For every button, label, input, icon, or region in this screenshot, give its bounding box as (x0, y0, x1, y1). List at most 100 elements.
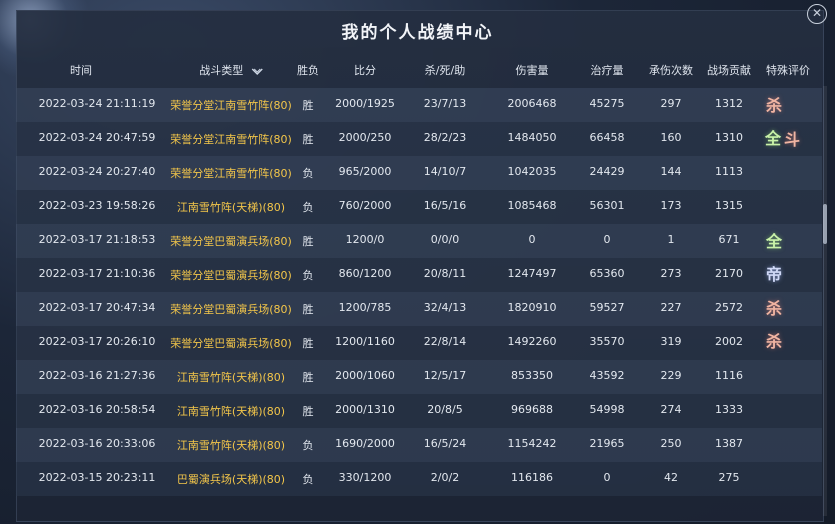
table-row[interactable]: 2022-03-17 20:26:10 荣誉分堂巴蜀演兵场(80) 胜 1200/11… (16, 326, 822, 360)
cell-type: 荣誉分堂巴蜀演兵场(80) (170, 303, 292, 316)
cell-contrib: 1113 (715, 165, 743, 178)
table-row[interactable]: 2022-03-16 21:27:36 江南雪竹阵(天梯)(80) 胜 2000/10… (16, 360, 822, 394)
table-header: 时间 战斗类型 胜负 比分 杀/死/助 伤害量 治疗量 承伤次数 战场贡献 特殊… (16, 56, 822, 84)
cell-contrib: 2572 (715, 301, 743, 314)
cell-heal: 45275 (589, 97, 625, 110)
cell-taken: 1 (667, 233, 675, 246)
cell-type: 江南雪竹阵(天梯)(80) (176, 439, 286, 452)
cell-taken: 229 (660, 369, 682, 382)
badge-kill-icon: 杀 (766, 332, 783, 351)
table-row[interactable]: 2022-03-24 20:47:59 荣誉分堂江南雪竹阵(80) 胜 2000/25… (16, 122, 822, 156)
cell-contrib: 1333 (715, 403, 743, 416)
col-time: 时间 (70, 64, 92, 77)
close-button[interactable]: ✕ (807, 4, 827, 24)
cell-type: 荣誉分堂巴蜀演兵场(80) (170, 269, 292, 282)
table-row[interactable]: 2022-03-23 19:58:26 江南雪竹阵(天梯)(80) 负 760/200… (16, 190, 822, 224)
col-taken: 承伤次数 (649, 64, 693, 77)
cell-time: 2022-03-24 21:11:19 (38, 97, 156, 110)
col-type[interactable]: 战斗类型 (199, 62, 263, 78)
cell-result: 负 (302, 473, 314, 486)
cell-kda: 16/5/16 (423, 199, 467, 212)
scrollbar-thumb[interactable] (823, 204, 827, 244)
cell-contrib: 1312 (715, 97, 743, 110)
cell-taken: 274 (660, 403, 682, 416)
table-row[interactable]: 2022-03-24 21:11:19 荣誉分堂江南雪竹阵(80) 胜 2000/19… (16, 88, 822, 122)
table-row[interactable]: 2022-03-17 21:10:36 荣誉分堂巴蜀演兵场(80) 负 860/120… (16, 258, 822, 292)
cell-type: 巴蜀演兵场(天梯)(80) (176, 473, 286, 486)
filter-chevron-icon (251, 68, 263, 75)
cell-time: 2022-03-16 20:33:06 (38, 437, 156, 450)
cell-taken: 250 (660, 437, 682, 450)
col-special: 特殊评价 (766, 64, 810, 77)
cell-score: 2000/1060 (335, 369, 395, 382)
cell-damage: 853350 (511, 369, 553, 382)
cell-result: 胜 (302, 371, 314, 384)
close-icon: ✕ (811, 6, 823, 20)
cell-score: 1200/1160 (335, 335, 395, 348)
badge-kill-icon: 杀 (766, 299, 783, 318)
cell-heal: 54998 (589, 403, 625, 416)
table-row[interactable]: 2022-03-16 20:33:06 江南雪竹阵(天梯)(80) 负 1690/20… (16, 428, 822, 462)
scrollbar-track[interactable] (823, 86, 827, 516)
cell-result: 胜 (302, 337, 314, 350)
cell-heal: 21965 (589, 437, 625, 450)
cell-damage: 2006468 (507, 97, 557, 110)
cell-time: 2022-03-17 20:47:34 (38, 301, 156, 314)
cell-time: 2022-03-16 20:58:54 (38, 403, 156, 416)
cell-damage: 1042035 (507, 165, 557, 178)
cell-kda: 0/0/0 (430, 233, 460, 246)
cell-result: 胜 (302, 133, 314, 146)
cell-kda: 23/7/13 (423, 97, 467, 110)
badge-emperor-icon: 帝 (766, 265, 783, 284)
cell-result: 胜 (302, 405, 314, 418)
cell-heal: 24429 (589, 165, 625, 178)
cell-result: 胜 (302, 235, 314, 248)
cell-score: 1200/0 (345, 233, 385, 246)
cell-taken: 319 (660, 335, 682, 348)
cell-type: 荣誉分堂巴蜀演兵场(80) (170, 235, 292, 248)
table-row[interactable]: 2022-03-16 20:58:54 江南雪竹阵(天梯)(80) 胜 2000/13… (16, 394, 822, 428)
table-row[interactable]: 2022-03-17 21:18:53 荣誉分堂巴蜀演兵场(80) 胜 1200/0 0… (16, 224, 822, 258)
cell-damage: 1492260 (507, 335, 557, 348)
cell-type: 江南雪竹阵(天梯)(80) (176, 201, 286, 214)
cell-result: 负 (302, 269, 314, 282)
table-row[interactable]: 2022-03-17 20:47:34 荣誉分堂巴蜀演兵场(80) 胜 1200/78… (16, 292, 822, 326)
cell-type: 荣誉分堂巴蜀演兵场(80) (170, 337, 292, 350)
cell-result: 负 (302, 201, 314, 214)
col-type-label: 战斗类型 (199, 64, 244, 77)
cell-score: 2000/1925 (335, 97, 395, 110)
cell-result: 负 (302, 439, 314, 452)
cell-damage: 116186 (511, 471, 553, 484)
cell-kda: 12/5/17 (423, 369, 467, 382)
cell-result: 胜 (302, 303, 314, 316)
cell-damage: 1154242 (507, 437, 557, 450)
cell-heal: 0 (603, 471, 611, 484)
cell-damage: 1484050 (507, 131, 557, 144)
badge-fight-icon: 斗 (784, 130, 801, 149)
window-title: 我的个人战绩中心 (341, 23, 494, 43)
cell-time: 2022-03-17 21:18:53 (38, 233, 156, 246)
cell-time: 2022-03-24 20:27:40 (38, 165, 156, 178)
table-row[interactable]: 2022-03-15 20:23:11 巴蜀演兵场(天梯)(80) 负 330/120… (16, 462, 822, 496)
cell-heal: 35570 (589, 335, 625, 348)
cell-kda: 2/0/2 (430, 471, 460, 484)
cell-type: 荣誉分堂江南雪竹阵(80) (170, 133, 292, 146)
cell-time: 2022-03-17 20:26:10 (38, 335, 156, 348)
col-result: 胜负 (297, 64, 319, 77)
col-kda: 杀/死/助 (424, 64, 466, 77)
cell-kda: 20/8/5 (427, 403, 463, 416)
cell-damage: 1820910 (507, 301, 557, 314)
cell-kda: 16/5/24 (423, 437, 467, 450)
cell-result: 负 (302, 167, 314, 180)
cell-score: 330/1200 (338, 471, 392, 484)
cell-heal: 59527 (589, 301, 625, 314)
cell-taken: 273 (660, 267, 682, 280)
cell-heal: 56301 (589, 199, 625, 212)
cell-damage: 1247497 (507, 267, 557, 280)
cell-contrib: 671 (718, 233, 740, 246)
cell-contrib: 1315 (715, 199, 743, 212)
cell-taken: 297 (660, 97, 682, 110)
table-row[interactable]: 2022-03-24 20:27:40 荣誉分堂江南雪竹阵(80) 负 965/200… (16, 156, 822, 190)
cell-score: 760/2000 (338, 199, 392, 212)
cell-score: 2000/250 (338, 131, 392, 144)
